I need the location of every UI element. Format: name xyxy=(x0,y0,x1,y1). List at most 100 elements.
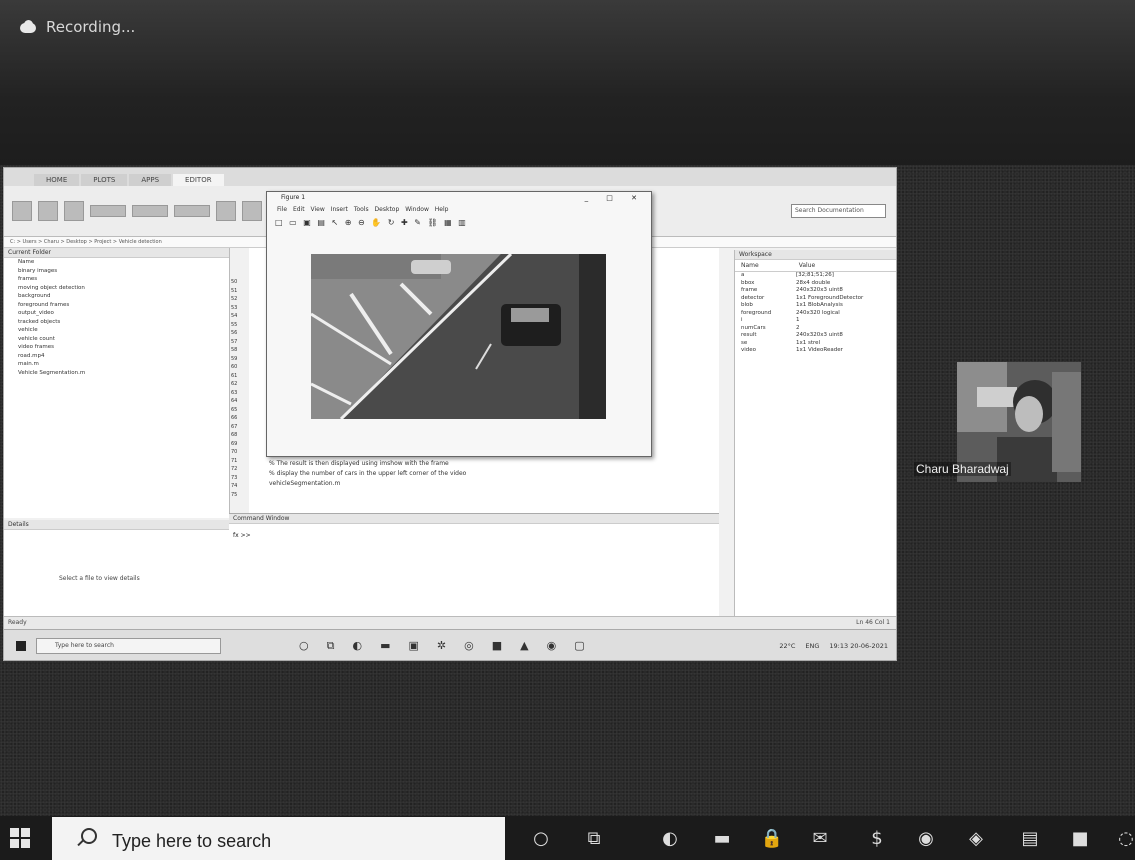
find-files-button[interactable] xyxy=(90,205,126,217)
pan-icon[interactable]: ✋ xyxy=(371,218,383,227)
window-controls[interactable]: _ □ ✕ xyxy=(585,192,645,204)
link-icon[interactable]: ⛓ xyxy=(427,218,439,227)
tab-home[interactable]: HOME xyxy=(34,174,80,186)
print-icon[interactable]: ▤ xyxy=(317,218,327,227)
menu-window[interactable]: Window xyxy=(405,206,429,213)
road-scene xyxy=(311,254,606,419)
workspace-row[interactable]: blob 1x1 BlobAnalysis xyxy=(735,302,896,310)
comment-icon[interactable] xyxy=(216,201,236,221)
data-cursor-icon[interactable]: ✚ xyxy=(401,218,410,227)
menu-tools[interactable]: Tools xyxy=(354,206,369,213)
line-number: 61 xyxy=(231,372,238,379)
workspace-row[interactable]: detector 1x1 ForegroundDetector xyxy=(735,295,896,303)
brush-icon[interactable]: ✎ xyxy=(414,218,423,227)
workspace-row[interactable]: a [32;81;51;26] xyxy=(735,272,896,280)
cortana-icon[interactable]: ○ xyxy=(527,824,555,852)
folder-item[interactable]: foreground frames xyxy=(4,301,229,310)
rotate-icon[interactable]: ↻ xyxy=(388,218,397,227)
workspace-row[interactable]: i1 xyxy=(735,317,896,325)
menu-file[interactable]: File xyxy=(277,206,287,213)
line-number: 59 xyxy=(231,355,238,362)
command-prompt[interactable]: fx >> xyxy=(229,524,719,547)
workspace-row[interactable]: se 1x1 strel xyxy=(735,340,896,348)
workspace-row[interactable]: video 1x1 VideoReader xyxy=(735,347,896,355)
menu-insert[interactable]: Insert xyxy=(331,206,348,213)
workspace-row[interactable]: bbox 28x4 double xyxy=(735,280,896,288)
colorbar-icon[interactable]: ▥ xyxy=(458,218,468,227)
folder-item[interactable]: vehicle count xyxy=(4,335,229,344)
settings-icon[interactable]: ◌ xyxy=(1112,824,1135,852)
workspace-header-name[interactable]: Name xyxy=(741,262,759,269)
line-number: 55 xyxy=(231,321,238,328)
new-file-icon[interactable] xyxy=(12,201,32,221)
workspace-header-value[interactable]: Value xyxy=(799,262,815,269)
folder-item[interactable]: video frames xyxy=(4,343,229,352)
workspace-row[interactable]: frame 240x320x3 uint8 xyxy=(735,287,896,295)
zoom-out-icon[interactable]: ⊖ xyxy=(358,218,367,227)
figure-window[interactable]: Figure 1 _ □ ✕ File Edit View Insert Too… xyxy=(266,191,652,457)
command-window[interactable]: Command Window fx >> xyxy=(229,513,719,629)
var-name: foreground xyxy=(741,309,772,316)
var-value: 28x4 double xyxy=(796,279,831,286)
file-item[interactable]: Vehicle Segmentation.m xyxy=(4,369,229,378)
details-message: Select a file to view details xyxy=(59,575,140,582)
code-line[interactable]: % The result is then displayed using ims… xyxy=(269,460,449,467)
file-explorer-icon[interactable]: ▬ xyxy=(708,824,736,852)
indent-icon[interactable] xyxy=(242,201,262,221)
details-panel: Details Select a file to view details xyxy=(4,520,230,628)
figure-titlebar[interactable]: Figure 1 _ □ ✕ xyxy=(267,192,651,204)
search-icon xyxy=(81,828,97,844)
file-item[interactable]: road.mp4 xyxy=(4,352,229,361)
tab-apps[interactable]: APPS xyxy=(129,174,172,186)
legend-icon[interactable]: ▦ xyxy=(444,218,454,227)
compare-button[interactable] xyxy=(132,205,168,217)
zoom-in-icon[interactable]: ⊕ xyxy=(345,218,354,227)
documentation-search-input[interactable]: Search Documentation xyxy=(791,204,886,218)
participant-name: Charu Bharadwaj xyxy=(914,462,1011,476)
open-icon[interactable]: ▭ xyxy=(289,218,299,227)
folder-item[interactable]: moving object detection xyxy=(4,284,229,293)
recording-label: Recording... xyxy=(46,18,136,36)
workspace-row[interactable]: result 240x320x3 uint8 xyxy=(735,332,896,340)
tab-editor[interactable]: EDITOR xyxy=(173,174,224,186)
task-view-icon[interactable]: ⧉ xyxy=(580,824,608,852)
workspace-row[interactable]: numCars 2 xyxy=(735,325,896,333)
folder-item[interactable]: frames xyxy=(4,275,229,284)
workspace-row[interactable]: foreground 240x320 logical xyxy=(735,310,896,318)
code-line[interactable]: vehicleSegmentation.m xyxy=(269,480,340,487)
menu-view[interactable]: View xyxy=(311,206,325,213)
open-file-icon[interactable] xyxy=(38,201,58,221)
folder-item[interactable]: vehicle xyxy=(4,326,229,335)
new-figure-icon[interactable]: □ xyxy=(275,218,285,227)
save-icon[interactable]: ▣ xyxy=(303,218,313,227)
mail-icon[interactable]: ✉ xyxy=(806,824,834,852)
menu-edit[interactable]: Edit xyxy=(293,206,305,213)
menu-desktop[interactable]: Desktop xyxy=(375,206,400,213)
zoom-camera-icon[interactable]: ■ xyxy=(1066,824,1094,852)
microsoft-store-icon[interactable]: 🔒 xyxy=(758,824,786,852)
powerpoint-icon[interactable]: ◈ xyxy=(962,824,990,852)
menu-help[interactable]: Help xyxy=(435,206,449,213)
chrome-icon[interactable]: ◉ xyxy=(912,824,940,852)
code-line[interactable]: % display the number of cars in the uppe… xyxy=(269,470,466,477)
pointer-icon[interactable]: ↖ xyxy=(331,218,340,227)
workspace-title: Workspace xyxy=(735,250,896,260)
windows-start-icon[interactable] xyxy=(10,828,32,850)
print-button[interactable] xyxy=(174,205,210,217)
camera-icon: ▢ xyxy=(574,638,585,652)
folder-item[interactable]: binary images xyxy=(4,267,229,276)
edge-icon[interactable]: ◐ xyxy=(656,824,684,852)
folder-item[interactable]: output_video xyxy=(4,309,229,318)
save-icon[interactable] xyxy=(64,201,84,221)
shared-screen: HOME PLOTS APPS EDITOR Search Documentat… xyxy=(4,168,896,660)
folder-item[interactable]: tracked objects xyxy=(4,318,229,327)
task-view-icon: ⧉ xyxy=(326,638,335,652)
line-number: 60 xyxy=(231,364,238,370)
file-item[interactable]: main.m xyxy=(4,360,229,369)
taskbar-search-input[interactable]: Type here to search xyxy=(52,817,505,860)
app-icon[interactable]: $ xyxy=(863,824,891,852)
word-icon[interactable]: ▤ xyxy=(1016,824,1044,852)
tab-plots[interactable]: PLOTS xyxy=(81,174,128,186)
shared-taskbar-icons: ○ ⧉ ◐ ▬ ▣ ✲ ◎ ■ ▲ ◉ ▢ xyxy=(299,639,585,653)
folder-item[interactable]: background xyxy=(4,292,229,301)
